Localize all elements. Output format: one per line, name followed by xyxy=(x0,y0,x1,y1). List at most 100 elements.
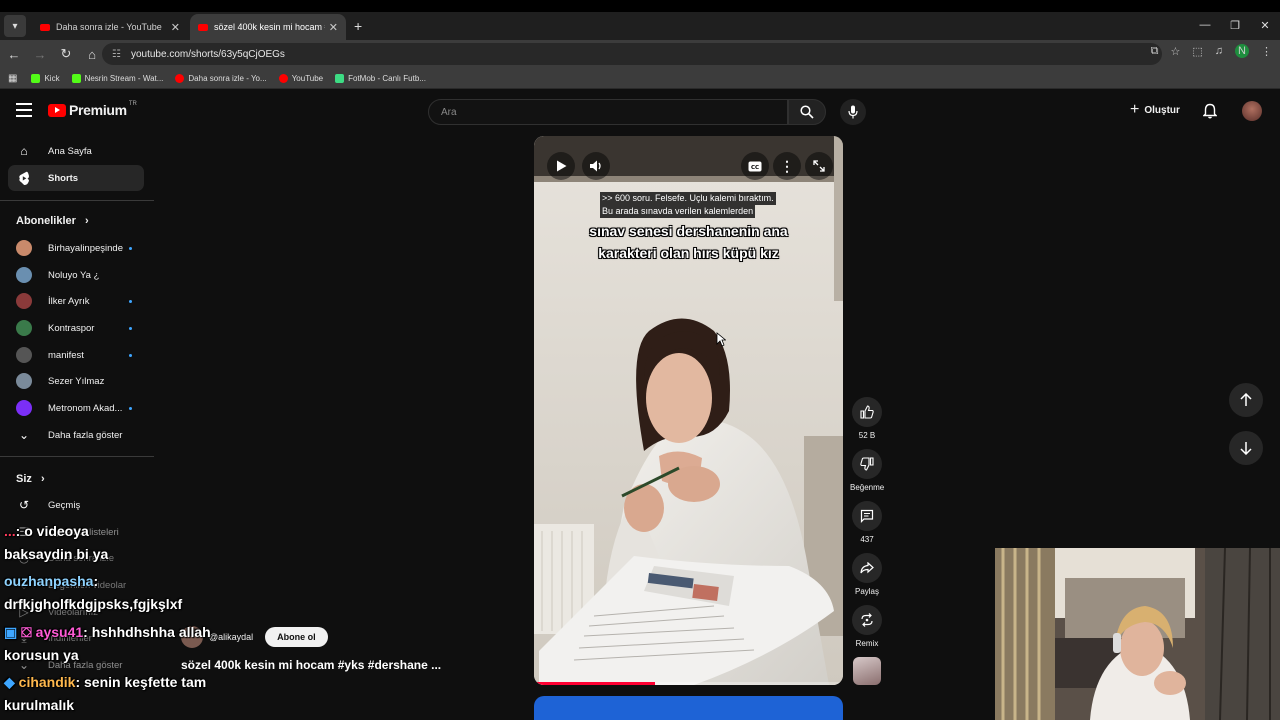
media-control-icon[interactable]: ♫ xyxy=(1215,45,1223,57)
home-icon[interactable]: ⌂ xyxy=(80,47,104,62)
site-info-icon[interactable]: ☷ xyxy=(112,49,121,60)
previous-short-button[interactable] xyxy=(1229,383,1263,417)
shorts-player[interactable]: CC ⋮ >> 600 soru. Felsefe. Uçlu kalemi b… xyxy=(534,136,843,685)
captions-button[interactable]: CC xyxy=(741,152,769,180)
sidebar-item-subscription[interactable]: manifest xyxy=(8,342,144,368)
url-field[interactable]: ☷ youtube.com/shorts/63y5qCjOEGs xyxy=(102,43,1162,65)
youtube-premium-logo[interactable]: Premium TR xyxy=(48,101,137,118)
youtube-favicon-icon xyxy=(278,73,288,83)
bookmark-label: FotMob - Canlı Futb... xyxy=(348,73,426,83)
hamburger-menu-icon[interactable] xyxy=(16,103,32,121)
share-action[interactable]: Paylaş xyxy=(850,553,884,597)
sidebar-item-subscription[interactable]: Kontraspor xyxy=(8,315,144,341)
tab-watch-later[interactable]: Daha sonra izle - YouTube ✕ xyxy=(32,14,188,40)
like-action[interactable]: 52 B xyxy=(850,397,884,441)
create-button[interactable]: + Oluştur xyxy=(1130,101,1180,119)
new-tab-button[interactable]: + xyxy=(354,18,362,34)
bookmark-label: Kick xyxy=(44,73,60,83)
sidebar-item-subscription[interactable]: Noluyo Ya ¿ xyxy=(8,262,144,288)
new-content-dot xyxy=(129,299,132,303)
bookmark-youtube[interactable]: YouTube xyxy=(278,73,323,83)
sidebar-item-label: Shorts xyxy=(48,172,79,184)
remix-icon xyxy=(861,613,873,627)
new-content-dot xyxy=(129,326,132,330)
sidebar-item-history[interactable]: ↺ Geçmiş xyxy=(8,492,144,518)
install-app-icon[interactable]: ⧉ xyxy=(1151,45,1159,58)
logo-region: TR xyxy=(128,101,137,107)
mouse-cursor-icon xyxy=(716,332,726,347)
comment-icon xyxy=(860,509,874,523)
next-short-button[interactable] xyxy=(1229,431,1263,465)
sidebar-item-subscription[interactable]: İlker Ayrık xyxy=(8,288,144,314)
new-content-dot xyxy=(129,353,132,357)
close-window-icon[interactable]: ✕ xyxy=(1250,12,1280,38)
bookmark-watch-later[interactable]: Daha sonra izle - Yo... xyxy=(175,73,267,83)
comments-action[interactable]: 437 xyxy=(850,501,884,545)
notifications-button[interactable] xyxy=(1202,103,1218,124)
sidebar-item-subscription[interactable]: Birhayalinpeşinde xyxy=(8,235,144,261)
share-button[interactable] xyxy=(852,553,882,583)
tab-title: Daha sonra izle - YouTube xyxy=(56,22,162,32)
fullscreen-button[interactable] xyxy=(805,152,833,180)
new-content-dot xyxy=(129,406,132,410)
apps-grid-icon[interactable]: ▦ xyxy=(8,73,17,84)
chat-message: kurulmalık xyxy=(4,697,75,713)
you-header[interactable]: Siz › xyxy=(16,473,45,485)
search-button[interactable] xyxy=(788,99,826,125)
search-placeholder: Ara xyxy=(441,106,457,118)
video-progress-bar[interactable] xyxy=(534,682,843,685)
sidebar-item-home[interactable]: ⌂ Ana Sayfa xyxy=(8,138,144,164)
bookmark-kick[interactable]: Kick xyxy=(31,73,60,83)
sidebar-item-subscription[interactable]: Metronom Akad... xyxy=(8,395,144,421)
volume-button[interactable] xyxy=(582,152,610,180)
extensions-icon[interactable]: ⬚ xyxy=(1192,45,1202,58)
bookmark-star-icon[interactable]: ☆ xyxy=(1170,45,1180,58)
tab-current-short[interactable]: sözel 400k kesin mi hocam #yk ✕ xyxy=(190,14,346,40)
sidebar-item-shorts[interactable]: Shorts xyxy=(8,165,144,191)
fotmob-favicon-icon xyxy=(335,73,345,83)
profile-avatar[interactable]: N xyxy=(1235,44,1249,58)
dislike-button[interactable] xyxy=(852,449,882,479)
new-content-dot xyxy=(129,246,132,250)
bookmark-fotmob[interactable]: FotMob - Canlı Futb... xyxy=(335,73,426,83)
voice-search-button[interactable] xyxy=(840,99,866,125)
video-title[interactable]: sözel 400k kesin mi hocam #yks #dershane… xyxy=(181,658,441,672)
minimize-icon[interactable]: — xyxy=(1190,12,1220,38)
bell-icon xyxy=(1202,103,1218,119)
audio-thumbnail[interactable] xyxy=(853,657,881,685)
like-button[interactable] xyxy=(852,397,882,427)
tab-search-dropdown[interactable]: ▾ xyxy=(4,15,26,37)
dislike-action[interactable]: Beğenme xyxy=(850,449,884,493)
comments-button[interactable] xyxy=(852,501,882,531)
more-options-button[interactable]: ⋮ xyxy=(773,152,801,180)
channel-handle[interactable]: @alikaydal xyxy=(209,632,253,642)
subscriptions-header[interactable]: Abonelikler › xyxy=(16,215,89,227)
like-count: 52 B xyxy=(858,431,876,440)
remix-action[interactable]: Remix xyxy=(850,605,884,649)
comment-count: 437 xyxy=(860,535,874,544)
chevron-down-icon: ⌄ xyxy=(18,428,30,442)
account-avatar[interactable] xyxy=(1242,101,1262,121)
show-more-subscriptions[interactable]: ⌄ Daha fazla göster xyxy=(8,422,144,448)
chat-line: kurulmalık xyxy=(4,697,74,713)
bookmark-nesrin[interactable]: Nesrin Stream - Wat... xyxy=(71,73,163,83)
back-icon[interactable]: ← xyxy=(2,47,26,62)
sidebar-item-label: Geçmiş xyxy=(48,499,81,511)
reload-icon[interactable]: ↻ xyxy=(54,46,78,62)
chat-badge-icon: ▣ xyxy=(4,624,18,640)
sidebar-item-subscription[interactable]: Sezer Yılmaz xyxy=(8,368,144,394)
channel-avatar xyxy=(16,240,32,256)
play-button[interactable] xyxy=(547,152,575,180)
menu-kebab-icon[interactable]: ⋮ xyxy=(1261,45,1272,58)
next-short-preview[interactable] xyxy=(534,696,843,720)
channel-avatar xyxy=(16,267,32,283)
sound-thumbnail[interactable] xyxy=(850,657,884,685)
close-icon[interactable]: ✕ xyxy=(171,21,180,34)
forward-icon[interactable]: → xyxy=(28,47,52,62)
subscribe-button[interactable]: Abone ol xyxy=(265,627,328,647)
maximize-icon[interactable]: ❐ xyxy=(1220,12,1250,38)
close-icon[interactable]: ✕ xyxy=(329,21,338,34)
search-input[interactable]: Ara xyxy=(428,99,788,125)
remix-button[interactable] xyxy=(852,605,882,635)
home-icon: ⌂ xyxy=(20,144,28,158)
